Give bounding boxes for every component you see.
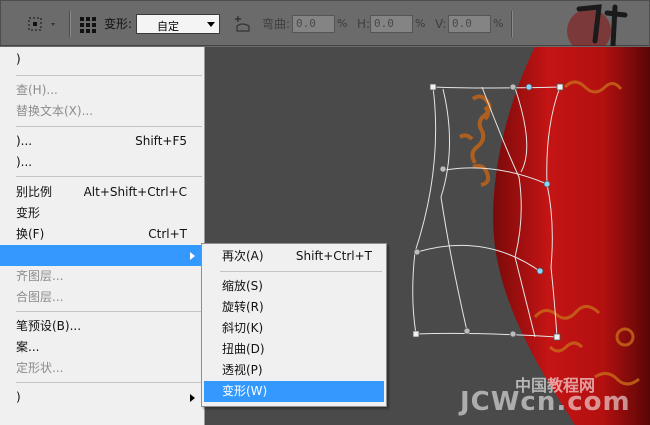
menu-item-define-pattern[interactable]: 案...: [0, 337, 203, 358]
logo-stamp: [549, 1, 649, 46]
v-input[interactable]: 0.0: [448, 14, 491, 33]
submenu-item-label: 扭曲(D): [222, 342, 265, 356]
submenu-item-shortcut: Shift+Ctrl+T: [295, 249, 372, 263]
menu-item-stroke[interactable]: )...: [0, 152, 203, 173]
menu-divider: [16, 75, 202, 76]
menu-divider: [16, 176, 202, 177]
bend-label: 弯曲:: [262, 17, 291, 31]
menu-divider: [16, 126, 202, 127]
submenu-item-rotate[interactable]: 旋转(R): [204, 297, 384, 318]
grid-toggle[interactable]: [78, 1, 100, 46]
menu-item-label: 换(F): [16, 227, 45, 241]
grid-icon: [80, 16, 96, 33]
menu-item-define-shape: 定形状...: [0, 358, 203, 379]
bend-input[interactable]: 0.0: [292, 14, 335, 33]
warp-style-value: 自定: [157, 19, 179, 33]
h-unit: %: [415, 17, 426, 30]
v-unit: %: [493, 17, 504, 30]
edit-menu: ) 查(H)... 替换文本(X)... )... Shift+F5 )... 别…: [0, 47, 205, 425]
chevron-down-icon: [207, 21, 215, 27]
menu-item-shortcut: Ctrl+T: [148, 227, 187, 241]
ornament-pattern: [458, 94, 492, 187]
transform-submenu: 再次(A) Shift+Ctrl+T 缩放(S) 旋转(R) 斜切(K) 扭曲(D…: [201, 243, 387, 407]
vase-body: [493, 47, 650, 425]
submenu-item-label: 旋转(R): [222, 300, 264, 314]
menu-item-label: ): [16, 390, 21, 404]
menu-item-0[interactable]: ): [0, 49, 203, 70]
menu-item-label: 变形: [16, 206, 41, 220]
menu-item-puppet-warp[interactable]: 变形: [0, 203, 203, 224]
warp-style-select[interactable]: 自定: [136, 13, 220, 34]
menu-item-define-brush[interactable]: 笔预设(B)...: [0, 316, 203, 337]
submenu-item-perspective[interactable]: 透视(P): [204, 360, 384, 381]
menu-divider: [16, 382, 202, 383]
h-label: H:: [357, 16, 371, 31]
menu-item-purge[interactable]: ): [0, 387, 203, 408]
menu-item-shortcut: Shift+F5: [135, 134, 187, 148]
menu-item-content-aware-scale[interactable]: 别比例 Alt+Shift+Ctrl+C: [0, 182, 203, 203]
menu-item-label: 替换文本(X)...: [16, 104, 94, 118]
menu-item-free-transform[interactable]: 换(F) Ctrl+T: [0, 224, 203, 245]
warp-label: 变形:: [104, 17, 133, 31]
reference-point-control[interactable]: [13, 1, 63, 46]
menu-divider: [220, 271, 382, 272]
v-label: V:: [435, 16, 447, 31]
menu-item-label: 查(H)...: [16, 83, 58, 97]
h-input[interactable]: 0.0: [370, 14, 413, 33]
warp-orientation-button[interactable]: [233, 1, 255, 46]
submenu-item-label: 变形(W): [222, 384, 268, 398]
chevron-right-icon: [190, 394, 195, 402]
menu-item-label: 别比例: [16, 185, 53, 199]
menu-item-auto-blend-layers: 合图层...: [0, 287, 203, 308]
menu-item-label: 齐图层...: [16, 269, 64, 283]
warp-orientation-icon: [235, 15, 250, 32]
menu-item-replace-text: 替换文本(X)...: [0, 101, 203, 122]
options-bar: 变形: 自定 弯曲: 0.0 % H: 0.0 % V: 0.0 %: [0, 0, 650, 46]
menu-divider: [16, 311, 202, 312]
submenu-item-again[interactable]: 再次(A) Shift+Ctrl+T: [204, 246, 384, 267]
chevron-right-icon: [190, 252, 195, 260]
submenu-item-distort[interactable]: 扭曲(D): [204, 339, 384, 360]
menu-item-label: 定形状...: [16, 361, 64, 375]
menu-item-label: 合图层...: [16, 290, 64, 304]
submenu-item-label: 斜切(K): [222, 321, 264, 335]
menu-item-label: 笔预设(B)...: [16, 319, 82, 333]
menu-item-find: 查(H)...: [0, 80, 203, 101]
submenu-item-label: 再次(A): [222, 249, 264, 263]
watermark: JCWcn.com: [460, 387, 631, 417]
submenu-item-scale[interactable]: 缩放(S): [204, 276, 384, 297]
reference-point-icon: [28, 17, 55, 30]
submenu-item-label: 透视(P): [222, 363, 263, 377]
menu-item-shortcut: Alt+Shift+Ctrl+C: [83, 185, 187, 199]
menu-item-label: 案...: [16, 340, 40, 354]
submenu-item-warp[interactable]: 变形(W): [204, 381, 384, 402]
submenu-item-skew[interactable]: 斜切(K): [204, 318, 384, 339]
bend-unit: %: [337, 17, 348, 30]
menu-item-fill[interactable]: )... Shift+F5: [0, 131, 203, 152]
menu-item-label: )...: [16, 134, 33, 148]
menu-item-label: )...: [16, 155, 33, 169]
logo-stamp-icon: [567, 4, 628, 46]
menu-item-auto-align-layers: 齐图层...: [0, 266, 203, 287]
menu-item-transform[interactable]: [0, 245, 203, 266]
submenu-item-label: 缩放(S): [222, 279, 263, 293]
menu-item-label: ): [16, 52, 21, 66]
